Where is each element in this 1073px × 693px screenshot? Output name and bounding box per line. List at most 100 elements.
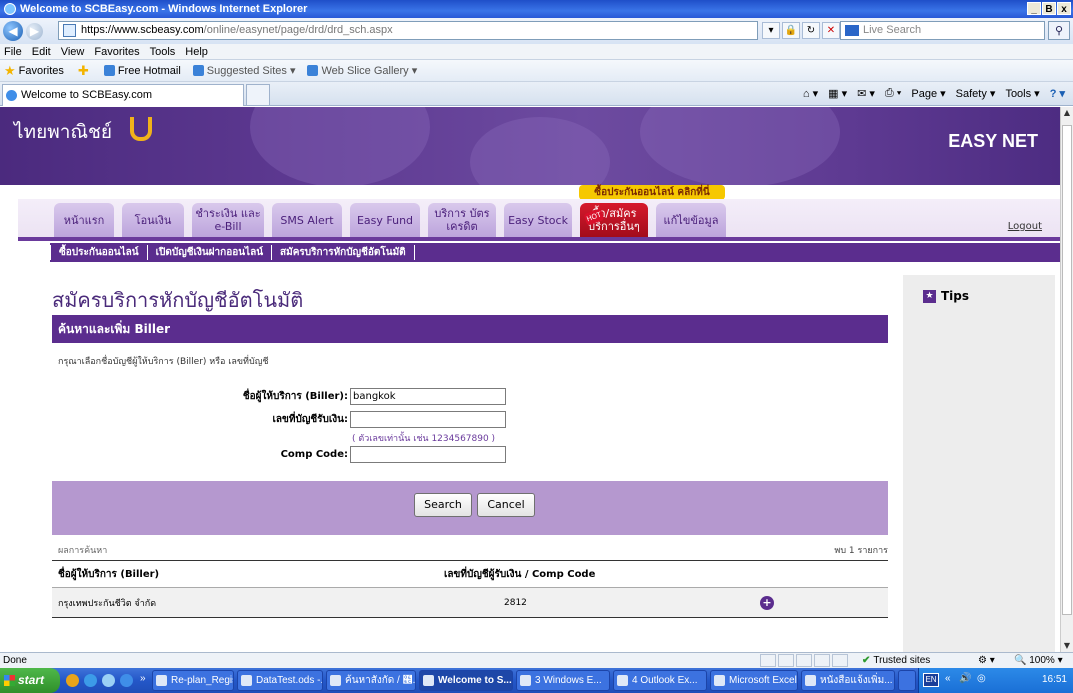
network-icon[interactable]: ◎ <box>977 673 986 684</box>
word-icon <box>805 675 816 686</box>
zoom-level[interactable]: 🔍 100% ▾ <box>1014 655 1063 666</box>
security-zone[interactable]: ✔ Trusted sites <box>862 655 930 666</box>
nav-tab-easy-fund[interactable]: Easy Fund <box>350 203 420 237</box>
lock-icon[interactable]: 🔒 <box>782 22 800 39</box>
subnav-buy-insurance[interactable]: ซื้อประกันออนไลน์ <box>50 245 147 260</box>
nav-tab-sms-alert[interactable]: SMS Alert <box>272 203 342 237</box>
tools-menu[interactable]: Tools ▾ <box>1005 87 1039 100</box>
table-row: กรุงเทพประกันชีวิต จำกัด 2812 + <box>52 588 888 618</box>
task-word-letter[interactable]: หนังสือแจ้งเพิ่ม... <box>801 670 895 691</box>
clock[interactable]: 16:51 <box>1042 674 1067 685</box>
favorites-bar: ★ Favorites ✚ Free Hotmail Suggested Sit… <box>0 60 1073 82</box>
task-outlook-express[interactable]: 4 Outlook Ex... <box>613 670 707 691</box>
search-placeholder: Live Search <box>863 24 922 36</box>
account-input[interactable] <box>350 410 506 428</box>
fav-label: Suggested Sites ▾ <box>206 65 296 77</box>
biller-input[interactable]: bangkok <box>350 387 506 405</box>
status-bar: Done ✔ Trusted sites ⚙ ▾ 🔍 100% ▾ <box>0 652 1073 668</box>
task-datatest[interactable]: DataTest.ods -... <box>237 670 323 691</box>
refresh-icon[interactable]: ↻ <box>802 22 820 39</box>
promo-banner[interactable]: ซื้อประกันออนไลน์ คลิกที่นี่ <box>579 185 725 200</box>
task-windows-explorer[interactable]: 3 Windows E... <box>516 670 610 691</box>
subnav-direct-debit[interactable]: สมัครบริการหักบัญชีอัตโนมัติ <box>271 245 415 260</box>
task-excel[interactable]: Microsoft Excel... <box>710 670 798 691</box>
task-replan[interactable]: Re-plan_Regist... <box>152 670 234 691</box>
home-icon[interactable]: ⌂ ▾ <box>803 87 818 100</box>
menu-help[interactable]: Help <box>185 46 208 58</box>
nav-tab-transfer[interactable]: โอนเงิน <box>122 203 184 237</box>
restore-button[interactable]: В <box>1042 2 1056 15</box>
add-favorite-icon[interactable]: ✚ <box>78 63 89 79</box>
scroll-up-icon[interactable]: ▲ <box>1061 107 1073 119</box>
nav-tab-easy-stock[interactable]: Easy Stock <box>504 203 572 237</box>
instruction-text: กรุณาเลือกชื่อบัญชีผู้ให้บริการ (Biller)… <box>58 357 269 367</box>
fav-suggested-sites[interactable]: Suggested Sites ▾ <box>192 64 296 77</box>
tray-expand-icon[interactable]: « <box>945 673 951 684</box>
windows-taskbar: start » Re-plan_Regist... DataTest.ods -… <box>0 668 1073 693</box>
quicklaunch-more-icon[interactable]: » <box>140 673 146 684</box>
scroll-thumb[interactable] <box>1062 125 1072 615</box>
comp-code-input[interactable] <box>350 445 506 463</box>
quicklaunch-desktop-icon[interactable] <box>102 674 115 687</box>
nav-tab-credit-card[interactable]: บริการ บัตรเครดิต <box>428 203 496 237</box>
task-search-unit[interactable]: ค้นหาสังกัด / ๬ิ... <box>326 670 416 691</box>
forward-button[interactable]: ▶ <box>26 22 43 40</box>
menu-edit[interactable]: Edit <box>32 46 51 58</box>
scroll-down-icon[interactable]: ▼ <box>1061 640 1073 652</box>
minimize-button[interactable]: _ <box>1027 2 1041 15</box>
quicklaunch-ie-icon[interactable] <box>84 674 97 687</box>
quicklaunch-ie2-icon[interactable] <box>120 674 133 687</box>
dropdown-icon[interactable]: ▾ <box>762 22 780 39</box>
protected-mode-icon[interactable]: ⚙ ▾ <box>978 655 995 666</box>
menu-tools[interactable]: Tools <box>150 46 176 58</box>
fav-web-slice-gallery[interactable]: Web Slice Gallery ▾ <box>307 64 417 77</box>
favorites-star-icon[interactable]: ★ <box>4 63 16 79</box>
comp-code-field-row: Comp Code: <box>170 445 506 463</box>
task-overflow[interactable] <box>898 670 916 691</box>
mail-icon[interactable]: ✉ ▾ <box>857 87 875 100</box>
add-biller-icon[interactable]: + <box>760 596 774 610</box>
tips-panel: ★ Tips <box>903 275 1055 652</box>
search-button[interactable]: Search <box>414 493 472 517</box>
logout-link[interactable]: Logout <box>1008 221 1042 232</box>
search-go-icon[interactable]: ⚲ <box>1048 21 1070 40</box>
address-actions: ▾ 🔒 ↻ ✕ <box>762 22 840 39</box>
ie-page-icon <box>192 65 204 76</box>
quicklaunch-browser-icon[interactable] <box>66 674 79 687</box>
new-tab-button[interactable] <box>246 84 270 106</box>
menu-favorites[interactable]: Favorites <box>94 46 139 58</box>
address-input[interactable]: https://www.scbeasy.com/online/easynet/p… <box>58 21 758 40</box>
vertical-scrollbar[interactable]: ▲ ▼ <box>1060 107 1073 652</box>
nav-tab-home[interactable]: หน้าแรก <box>54 203 114 237</box>
outlook-icon <box>617 675 628 686</box>
feeds-icon[interactable]: ▦ ▾ <box>828 87 847 100</box>
search-input[interactable]: Live Search <box>840 21 1045 40</box>
stop-icon[interactable]: ✕ <box>822 22 840 39</box>
task-welcome-scb[interactable]: Welcome to S... <box>419 670 513 691</box>
fav-label: Free Hotmail <box>117 64 181 77</box>
tips-label[interactable]: Tips <box>941 289 969 303</box>
fav-free-hotmail[interactable]: Free Hotmail <box>103 64 181 77</box>
easy-net-brand: EASY NET <box>948 131 1038 151</box>
start-button[interactable]: start <box>0 668 60 693</box>
print-icon[interactable]: ⎙ ▾ <box>885 87 901 100</box>
help-icon[interactable]: ? ▾ <box>1050 87 1065 100</box>
language-indicator[interactable]: EN <box>923 673 939 687</box>
back-button[interactable]: ◀ <box>3 21 23 41</box>
nav-tab-bill-payment[interactable]: ชำระเงิน และ e-Bill <box>192 203 264 237</box>
favorites-button[interactable]: Favorites <box>19 65 64 77</box>
cancel-button[interactable]: Cancel <box>477 493 535 517</box>
page-menu[interactable]: Page ▾ <box>911 87 945 100</box>
volume-icon[interactable]: 🔊 <box>959 673 971 684</box>
browser-tab[interactable]: Welcome to SCBEasy.com <box>2 84 244 106</box>
menu-view[interactable]: View <box>61 46 85 58</box>
live-search-icon <box>845 25 859 36</box>
safety-menu[interactable]: Safety ▾ <box>956 87 996 100</box>
subnav-open-account[interactable]: เปิดบัญชีเงินฝากออนไลน์ <box>146 245 271 260</box>
status-cell <box>814 654 830 667</box>
status-cell <box>832 654 848 667</box>
menu-file[interactable]: File <box>4 46 22 58</box>
zone-label: Trusted sites <box>873 655 931 666</box>
close-button[interactable]: x <box>1057 2 1071 15</box>
nav-tab-edit-profile[interactable]: แก้ไขข้อมูล <box>656 203 726 237</box>
